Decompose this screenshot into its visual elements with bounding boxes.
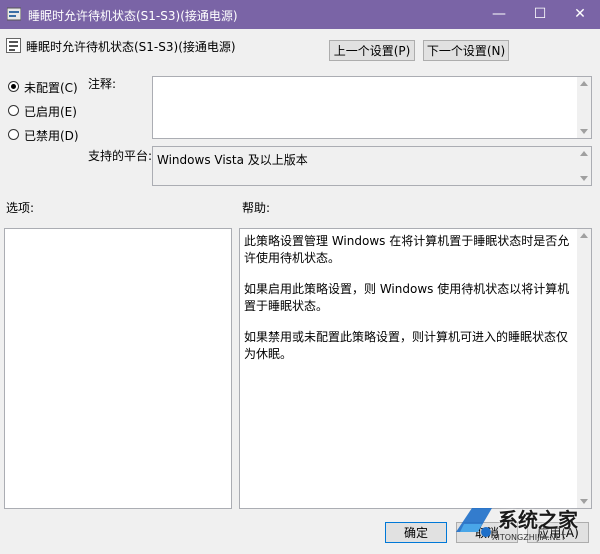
radio-label: 未配置(C) [24,81,78,95]
comment-textarea[interactable] [152,76,592,139]
window-title: 睡眠时允许待机状态(S1-S3)(接通电源) [28,9,238,23]
radio-button[interactable] [8,81,19,92]
options-panel [4,228,232,509]
scroll-down-icon[interactable] [580,129,588,134]
title-bar: 睡眠时允许待机状态(S1-S3)(接通电源) — ☐ ✕ [0,0,600,29]
help-scrollbar[interactable] [577,229,591,508]
help-paragraph: 如果启用此策略设置，则 Windows 使用待机状态以将计算机置于睡眠状态。 [244,282,570,313]
policy-setting-icon [6,38,21,53]
policy-app-icon [7,7,21,21]
radio-label: 已禁用(D) [24,129,79,143]
help-paragraph: 此策略设置管理 Windows 在将计算机置于睡眠状态时是否允许使用待机状态。 [244,234,570,265]
help-panel: 此策略设置管理 Windows 在将计算机置于睡眠状态时是否允许使用待机状态。 … [239,228,592,509]
help-text: 此策略设置管理 Windows 在将计算机置于睡眠状态时是否允许使用待机状态。 … [244,233,570,377]
scroll-up-icon[interactable] [580,81,588,86]
scroll-down-icon[interactable] [580,176,588,181]
comment-scrollbar[interactable] [577,77,591,138]
policy-title: 睡眠时允许待机状态(S1-S3)(接通电源) [26,40,236,54]
close-button[interactable]: ✕ [560,0,600,29]
help-label: 帮助: [242,201,271,215]
watermark-text: 系统之家 [498,508,578,532]
minimize-button[interactable]: — [479,0,519,29]
platform-value: Windows Vista 及以上版本 [157,153,308,167]
watermark-subtext: XITONGZHIJIA.NET [492,533,566,542]
platform-box: Windows Vista 及以上版本 [152,146,592,186]
radio-label: 已启用(E) [24,105,77,119]
radio-button[interactable] [8,129,19,140]
radio-button[interactable] [8,105,19,116]
scroll-up-icon[interactable] [580,151,588,156]
watermark-logo-icon [456,508,492,537]
previous-setting-button[interactable]: 上一个设置(P) [329,40,415,61]
options-label: 选项: [6,201,35,215]
maximize-button[interactable]: ☐ [520,0,560,29]
next-setting-button[interactable]: 下一个设置(N) [423,40,509,61]
watermark: 系统之家 XITONGZHIJIA.NET [448,496,600,554]
radio-selected-dot [11,84,16,89]
comment-label: 注释: [88,77,117,91]
platform-scrollbar[interactable] [577,147,591,185]
platform-label: 支持的平台: [88,149,153,163]
help-paragraph: 如果禁用或未配置此策略设置，则计算机可进入的睡眠状态仅为休眠。 [244,330,569,361]
scroll-up-icon[interactable] [580,233,588,238]
ok-button[interactable]: 确定 [385,522,447,543]
